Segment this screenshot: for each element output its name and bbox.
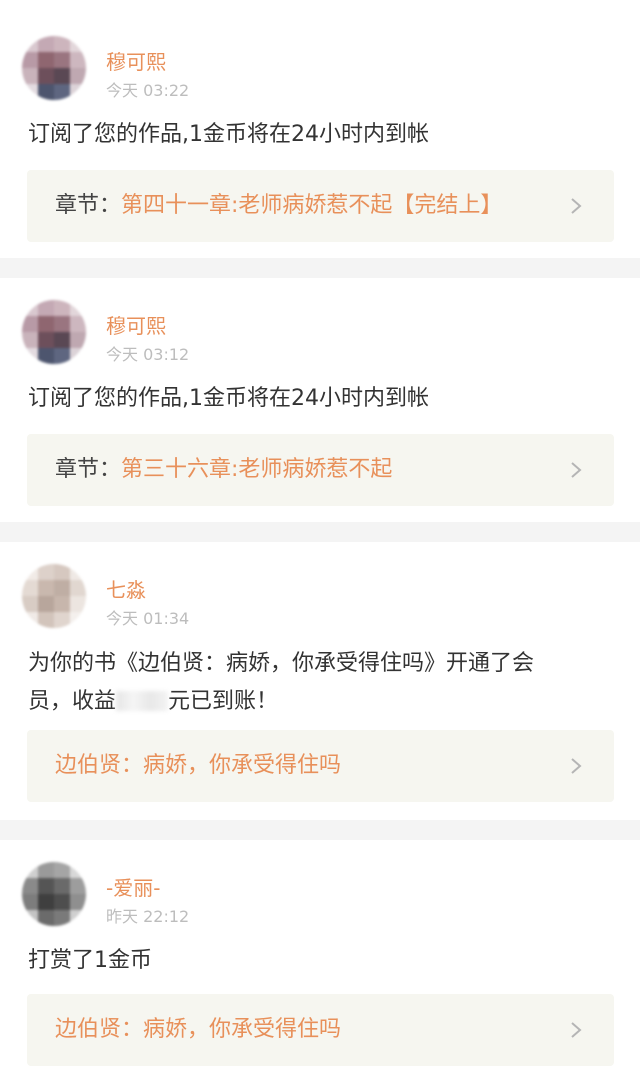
username[interactable]: -爱丽- (106, 872, 160, 901)
username[interactable]: 穆可熙 (106, 310, 166, 339)
avatar[interactable] (22, 300, 86, 364)
notification-card: -爱丽- 昨天 22:12 打赏了1金币 边伯贤：病娇，你承受得住吗 (0, 840, 640, 1084)
timestamp: 今天 01:34 (106, 609, 190, 628)
avatar[interactable] (22, 564, 86, 628)
chevron-right-icon (571, 1022, 582, 1038)
chapter-link[interactable]: 章节：第四十一章:老师病娇惹不起【完结上】 (27, 170, 614, 242)
username[interactable]: 七淼 (106, 574, 146, 603)
chapter-link[interactable]: 章节：第三十六章:老师病娇惹不起 (27, 434, 614, 506)
username[interactable]: 穆可熙 (106, 46, 166, 75)
message-line-2-end: 元已到账！ (168, 689, 279, 714)
link-title: 边伯贤：病娇，你承受得住吗 (55, 753, 342, 778)
link-title: 边伯贤：病娇，你承受得住吗 (55, 1017, 342, 1042)
link-prefix: 章节： (55, 193, 122, 218)
timestamp: 昨天 22:12 (106, 907, 190, 926)
chevron-right-icon (571, 758, 582, 774)
avatar[interactable] (22, 862, 86, 926)
message-text: 订阅了您的作品,1金币将在24小时内到帐 (28, 386, 429, 411)
chevron-right-icon (571, 198, 582, 214)
message-text: 打赏了1金币 (28, 948, 152, 973)
message-line-2-start: 员，收益 (28, 689, 117, 714)
blurred-amount (116, 691, 169, 711)
avatar[interactable] (22, 36, 86, 100)
message-text: 订阅了您的作品,1金币将在24小时内到帐 (28, 122, 429, 147)
book-link[interactable]: 边伯贤：病娇，你承受得住吗 (27, 730, 614, 802)
notification-card: 穆可熙 今天 03:12 订阅了您的作品,1金币将在24小时内到帐 章节：第三十… (0, 278, 640, 522)
message-text: 为你的书《边伯贤：病娇，你承受得住吗》开通了会 员，收益 元已到账！ (28, 645, 618, 721)
link-prefix: 章节： (55, 457, 122, 482)
message-line-1: 为你的书《边伯贤：病娇，你承受得住吗》开通了会 (28, 651, 535, 676)
notification-card: 穆可熙 今天 03:22 订阅了您的作品,1金币将在24小时内到帐 章节：第四十… (0, 0, 640, 258)
chevron-right-icon (571, 462, 582, 478)
timestamp: 今天 03:12 (106, 345, 190, 364)
timestamp: 今天 03:22 (106, 81, 190, 100)
link-title: 第三十六章:老师病娇惹不起 (121, 457, 393, 482)
notification-card: 七淼 今天 01:34 为你的书《边伯贤：病娇，你承受得住吗》开通了会 员，收益… (0, 542, 640, 820)
link-title: 第四十一章:老师病娇惹不起【完结上】 (121, 193, 503, 218)
book-link[interactable]: 边伯贤：病娇，你承受得住吗 (27, 994, 614, 1066)
